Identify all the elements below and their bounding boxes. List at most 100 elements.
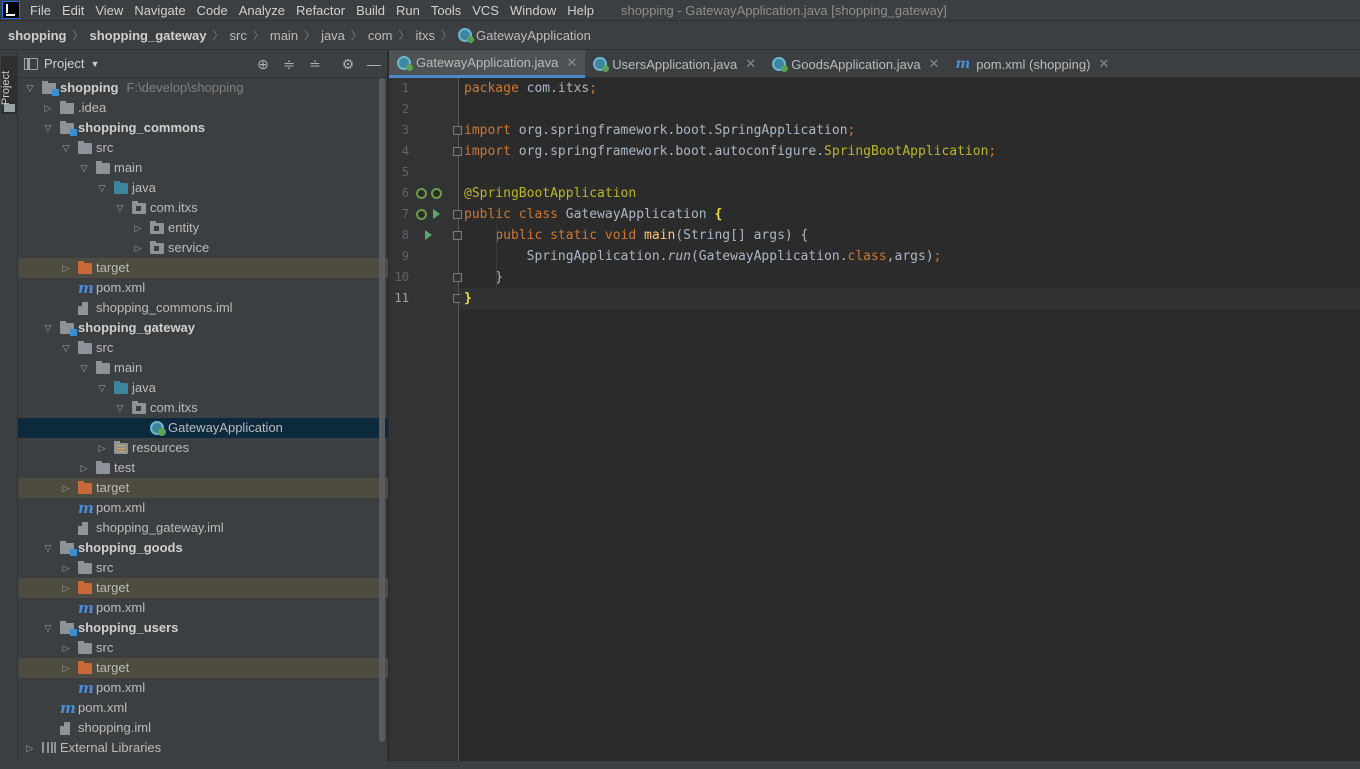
tree-item[interactable]: m pom.xml — [18, 598, 388, 618]
tree-item[interactable]: ▷ target — [18, 478, 388, 498]
editor-tab[interactable]: UsersApplication.java ✕ — [585, 50, 764, 78]
fold-marker-icon[interactable] — [453, 231, 462, 240]
tree-item[interactable]: shopping_gateway.iml — [18, 518, 388, 538]
spring-bean-icon[interactable] — [416, 188, 427, 199]
menu-build[interactable]: Build — [356, 3, 385, 18]
tree-item[interactable]: ▽ src — [18, 138, 388, 158]
menu-edit[interactable]: Edit — [62, 3, 84, 18]
minimize-icon[interactable]: — — [366, 56, 382, 72]
tree-item[interactable]: ▷ .idea — [18, 98, 388, 118]
fold-marker-icon[interactable] — [453, 126, 462, 135]
chevron-right-icon[interactable]: ▷ — [24, 738, 36, 758]
fold-marker-icon[interactable] — [453, 147, 462, 156]
chevron-right-icon[interactable]: ▷ — [60, 638, 72, 658]
tree-item[interactable]: ▷ resources — [18, 438, 388, 458]
close-icon[interactable]: ✕ — [566, 55, 577, 71]
expand-all-icon[interactable]: ≑ — [281, 56, 297, 72]
breadcrumb-item[interactable]: itxs — [415, 28, 435, 43]
tree-item[interactable]: ▷ External Libraries — [18, 738, 388, 758]
project-view-selector[interactable]: Project — [44, 56, 84, 71]
close-icon[interactable]: ✕ — [745, 56, 756, 72]
chevron-down-icon[interactable]: ▽ — [114, 198, 126, 218]
tree-item[interactable]: ▽ com.itxs — [18, 198, 388, 218]
tree-item[interactable]: ▽ shopping_goods — [18, 538, 388, 558]
editor-tab[interactable]: GatewayApplication.java ✕ — [389, 50, 586, 78]
spring-bean-icon[interactable] — [431, 188, 442, 199]
close-icon[interactable]: ✕ — [929, 56, 940, 72]
editor-tab[interactable]: GoodsApplication.java ✕ — [764, 50, 947, 78]
chevron-down-icon[interactable]: ▽ — [42, 618, 54, 638]
breadcrumb-item[interactable]: GatewayApplication — [476, 28, 591, 43]
chevron-right-icon[interactable]: ▷ — [78, 458, 90, 478]
chevron-right-icon[interactable]: ▷ — [132, 218, 144, 238]
menu-file[interactable]: File — [30, 3, 51, 18]
close-icon[interactable]: ✕ — [1098, 56, 1109, 72]
chevron-down-icon[interactable]: ▽ — [78, 358, 90, 378]
chevron-right-icon[interactable]: ▷ — [42, 98, 54, 118]
chevron-right-icon[interactable]: ▷ — [60, 658, 72, 678]
tree-item[interactable]: ▷ target — [18, 258, 388, 278]
breadcrumb-item[interactable]: src — [230, 28, 247, 43]
collapse-all-icon[interactable]: ≐ — [307, 56, 323, 72]
tree-item[interactable]: GatewayApplication — [18, 418, 388, 438]
chevron-right-icon[interactable]: ▷ — [96, 438, 108, 458]
chevron-down-icon[interactable]: ▽ — [96, 178, 108, 198]
chevron-right-icon[interactable]: ▷ — [60, 258, 72, 278]
tree-item[interactable]: ▽ shopping_users — [18, 618, 388, 638]
gear-icon[interactable]: ⚙ — [340, 56, 356, 72]
chevron-right-icon[interactable]: ▷ — [60, 478, 72, 498]
breadcrumb-item[interactable]: java — [321, 28, 345, 43]
menu-vcs[interactable]: VCS — [472, 3, 499, 18]
chevron-down-icon[interactable]: ▽ — [60, 338, 72, 358]
menu-analyze[interactable]: Analyze — [239, 3, 285, 18]
tree-item[interactable]: m pom.xml — [18, 498, 388, 518]
menu-tools[interactable]: Tools — [431, 3, 461, 18]
tree-item[interactable]: ▽ java — [18, 378, 388, 398]
breadcrumb-item[interactable]: main — [270, 28, 298, 43]
tree-item[interactable]: m pom.xml — [18, 698, 388, 718]
editor-tab[interactable]: m pom.xml (shopping) ✕ — [947, 50, 1117, 78]
run-icon[interactable] — [425, 230, 432, 240]
chevron-down-icon[interactable]: ▼ — [90, 59, 99, 69]
run-icon[interactable] — [433, 209, 440, 219]
spring-bean-icon[interactable] — [416, 209, 427, 220]
chevron-down-icon[interactable]: ▽ — [24, 78, 36, 98]
menu-view[interactable]: View — [95, 3, 123, 18]
chevron-down-icon[interactable]: ▽ — [78, 158, 90, 178]
tree-item[interactable]: m pom.xml — [18, 678, 388, 698]
tree-item[interactable]: ▽ java — [18, 178, 388, 198]
chevron-down-icon[interactable]: ▽ — [42, 118, 54, 138]
vertical-scrollbar[interactable] — [379, 78, 385, 742]
chevron-down-icon[interactable]: ▽ — [42, 318, 54, 338]
chevron-down-icon[interactable]: ▽ — [42, 538, 54, 558]
menu-code[interactable]: Code — [197, 3, 228, 18]
fold-marker-icon[interactable] — [453, 210, 462, 219]
tree-item[interactable]: m pom.xml — [18, 278, 388, 298]
locate-icon[interactable]: ⊕ — [255, 56, 271, 72]
tree-item[interactable]: ▽ shopping_gateway — [18, 318, 388, 338]
tree-item[interactable]: ▷ target — [18, 658, 388, 678]
menu-refactor[interactable]: Refactor — [296, 3, 345, 18]
breadcrumb-item[interactable]: com — [368, 28, 393, 43]
tree-item[interactable]: ▽ main — [18, 158, 388, 178]
chevron-right-icon[interactable]: ▷ — [60, 578, 72, 598]
tree-item[interactable]: shopping_commons.iml — [18, 298, 388, 318]
tree-item[interactable]: ▷ service — [18, 238, 388, 258]
code-editor[interactable]: 1 2 3 4 5 6 7 8 9 10 11 package com.itxs; import or… — [389, 78, 1360, 769]
tree-item[interactable]: ▽ src — [18, 338, 388, 358]
tree-item[interactable]: ▽ shopping F:\develop\shopping — [18, 78, 388, 98]
tree-item[interactable]: ▽ shopping_commons — [18, 118, 388, 138]
chevron-down-icon[interactable]: ▽ — [114, 398, 126, 418]
tree-item[interactable]: ▷ src — [18, 638, 388, 658]
menu-run[interactable]: Run — [396, 3, 420, 18]
menu-navigate[interactable]: Navigate — [134, 3, 185, 18]
menu-help[interactable]: Help — [567, 3, 594, 18]
project-tool-button[interactable]: Project — [0, 56, 17, 114]
chevron-right-icon[interactable]: ▷ — [132, 238, 144, 258]
tree-item[interactable]: ▽ main — [18, 358, 388, 378]
tree-item[interactable]: ▷ test — [18, 458, 388, 478]
tree-item[interactable]: ▽ com.itxs — [18, 398, 388, 418]
fold-marker-icon[interactable] — [453, 273, 462, 282]
tree-item[interactable]: ▷ entity — [18, 218, 388, 238]
menu-window[interactable]: Window — [510, 3, 556, 18]
